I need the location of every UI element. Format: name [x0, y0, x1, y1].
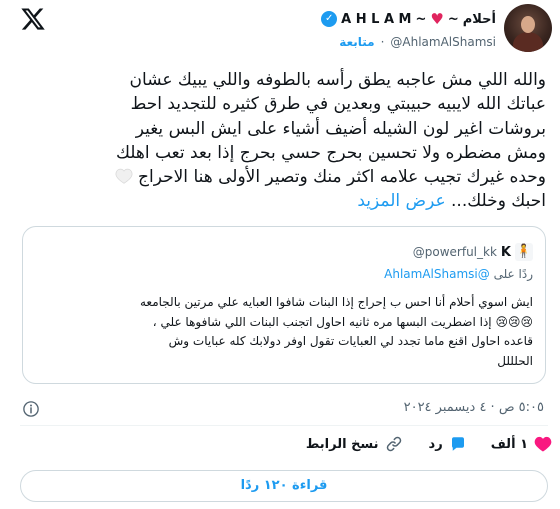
link-icon — [386, 436, 401, 452]
tweet-line: عباتك الله لايبيه حبيبتي وبعدين في طرق ك… — [130, 94, 546, 115]
quoted-avatar: 🧍 — [515, 243, 533, 261]
author-avatar[interactable] — [504, 4, 552, 52]
like-count: ١ ألف — [490, 436, 528, 452]
read-replies-button[interactable]: قراءة ١٢٠ ردًا — [20, 470, 548, 502]
quoted-line: ايش اسوي أحلام أنا احس ب إحراج إذا البنا… — [139, 295, 533, 309]
author-name-suffix: ~ — [415, 11, 427, 27]
reply-to-handle[interactable]: @AhlamAlShamsi — [384, 267, 490, 281]
copy-link-label: نسخ الرابط — [305, 436, 379, 452]
tweet-last-line: احبك وخلك... عرض المزيد — [16, 189, 546, 213]
quoted-line: 😢😢😢 إذا اضطريت البسها مره ثانيه احاول ات… — [152, 314, 533, 329]
quoted-tweet[interactable]: @powerful_kk K 🧍 ردًا على @AhlamAlShamsi… — [22, 226, 546, 384]
tweet-header: ✓ A H L A M ~ ♥ ~ أحلام متابعة · @AhlamA… — [0, 0, 560, 60]
tweet-text: والله اللي مش عاجبه يطق رأسه بالطوفه وال… — [16, 68, 546, 214]
info-icon[interactable] — [22, 400, 40, 418]
verified-badge-icon: ✓ — [321, 11, 338, 27]
copy-link-button[interactable]: نسخ الرابط — [306, 435, 403, 453]
like-button[interactable]: ١ ألف — [491, 435, 552, 453]
tweet-line: بروشات اغير لون الشيله أضيف أشياء على اي… — [135, 118, 546, 139]
tweet-line-with-emoji: وحده غيرك تجيب علامه اكثر منك وتصير الأو… — [16, 165, 546, 189]
quoted-line: الحلللل — [497, 353, 533, 368]
quoted-reply-context: ردًا على @AhlamAlShamsi — [384, 267, 533, 281]
reply-icon — [451, 437, 464, 451]
red-heart-icon: ♥ — [430, 10, 444, 28]
tweet-meta: ٥:٠٥ ص · ٤ ديسمبر ٢٠٢٤ — [20, 400, 548, 418]
white-heart-icon — [115, 168, 133, 184]
reply-label: رد — [428, 436, 443, 452]
tweet-line: وحده غيرك تجيب علامه اكثر منك وتصير الأو… — [138, 167, 546, 188]
quoted-author[interactable]: @powerful_kk K 🧍 — [413, 243, 533, 261]
author-name-latin: A H L A M — [341, 11, 412, 27]
quoted-handle: @powerful_kk — [412, 245, 497, 259]
show-more-link[interactable]: عرض المزيد — [357, 191, 445, 211]
reply-prefix: ردًا على — [493, 267, 533, 281]
quoted-line: قاعده احاول اقنع ماما تجدد لي العبايات ت… — [168, 334, 533, 348]
heart-icon — [534, 436, 552, 452]
follow-button[interactable]: متابعة — [339, 35, 374, 49]
tweet-line: ومش مضطره ولا تحسين بحرج حسي بحرج إذا بع… — [115, 142, 546, 163]
divider — [20, 425, 548, 426]
separator-dot: · — [380, 35, 385, 49]
author-handle-row: متابعة · @AhlamAlShamsi — [339, 33, 496, 51]
action-bar: ١ ألف رد نسخ الرابط — [306, 432, 552, 456]
x-logo-icon[interactable] — [20, 6, 46, 32]
author-name[interactable]: ✓ A H L A M ~ ♥ ~ أحلام — [321, 8, 496, 30]
author-name-prefix: ~ — [447, 11, 459, 27]
author-handle[interactable]: @AhlamAlShamsi — [390, 35, 496, 49]
tweet-line: احبك وخلك... — [451, 191, 546, 212]
timestamp[interactable]: ٥:٠٥ ص · ٤ ديسمبر ٢٠٢٤ — [404, 400, 544, 415]
quoted-name: K — [500, 244, 511, 260]
quoted-text: ايش اسوي أحلام أنا احس ب إحراج إذا البنا… — [35, 293, 533, 371]
author-display-name: أحلام — [462, 11, 496, 27]
tweet-line: والله اللي مش عاجبه يطق رأسه بالطوفه وال… — [129, 70, 546, 90]
reply-button[interactable]: رد — [429, 435, 467, 453]
